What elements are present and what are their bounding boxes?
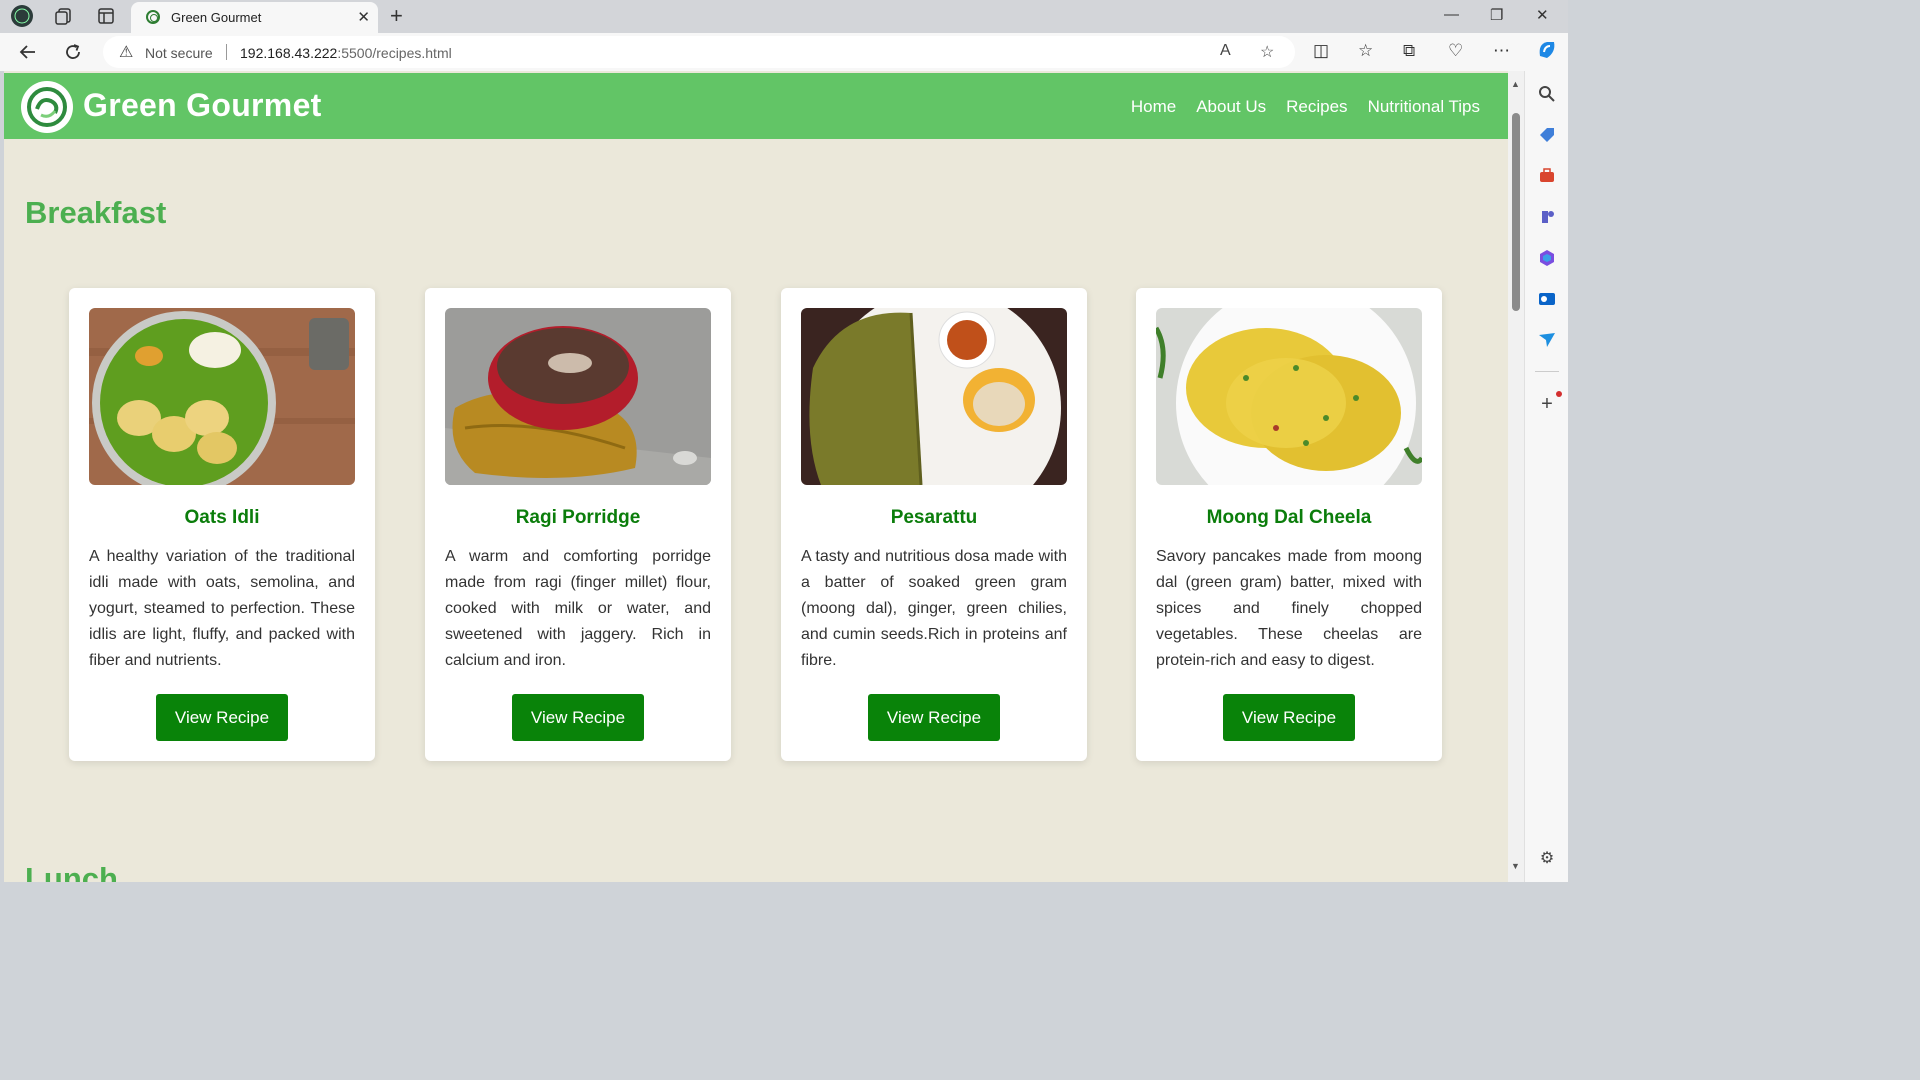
nav-link-home[interactable]: Home (1131, 97, 1176, 117)
card-description: A warm and comforting porridge made from… (445, 548, 711, 669)
scroll-down-icon[interactable]: ▼ (1511, 861, 1520, 871)
scroll-thumb[interactable] (1512, 113, 1520, 311)
security-label[interactable]: Not secure (145, 45, 213, 61)
view-recipe-button[interactable]: View Recipe (156, 694, 288, 741)
recipe-card-oats-idli: Oats Idli A healthy variation of the tra… (69, 288, 375, 761)
url-separator (226, 44, 227, 60)
nav-link-recipes[interactable]: Recipes (1286, 97, 1347, 117)
new-tab-icon[interactable]: + (390, 3, 403, 29)
site-favicon-icon (146, 10, 160, 24)
site-name[interactable]: Green Gourmet (83, 87, 322, 124)
nav-link-nutritional-tips[interactable]: Nutritional Tips (1368, 97, 1480, 117)
profile-avatar[interactable] (10, 5, 34, 27)
pesarattu-image (801, 308, 1067, 485)
split-screen-icon[interactable]: ◫ (1313, 41, 1329, 61)
close-tab-icon[interactable]: ✕ (357, 8, 370, 26)
tools-briefcase-icon[interactable] (1537, 166, 1557, 186)
view-recipe-button[interactable]: View Recipe (512, 694, 644, 741)
restore-icon[interactable]: ❐ (1490, 6, 1503, 24)
back-icon[interactable] (15, 40, 41, 64)
web-page: Green Gourmet Home About Us Recipes Nutr… (4, 71, 1508, 882)
view-recipe-button[interactable]: View Recipe (868, 694, 1000, 741)
add-sidebar-app-icon[interactable]: + (1537, 393, 1557, 415)
games-icon[interactable] (1537, 207, 1557, 227)
url-host: 192.168.43.222 (240, 45, 338, 61)
search-icon[interactable] (1537, 84, 1557, 104)
oats-idli-image (89, 308, 355, 485)
url-path: :5500/recipes.html (337, 45, 452, 61)
shopping-tag-icon[interactable] (1537, 125, 1557, 145)
section-title-breakfast: Breakfast (25, 195, 167, 230)
more-menu-icon[interactable]: ⋯ (1493, 41, 1510, 61)
moong-dal-cheela-image (1156, 308, 1422, 485)
card-description: A tasty and nutritious dosa made with a … (801, 548, 1067, 669)
sidebar-divider (1535, 371, 1559, 372)
settings-gear-icon[interactable]: ⚙ (1537, 848, 1557, 868)
view-recipe-button[interactable]: View Recipe (1223, 694, 1355, 741)
browser-tab-bar: Green Gourmet ✕ + — ❐ ✕ (0, 0, 1568, 33)
workspaces-icon[interactable] (52, 5, 76, 27)
tab-title: Green Gourmet (171, 10, 262, 25)
section-title-lunch: Lunch (25, 861, 118, 882)
notification-dot (1556, 391, 1562, 397)
page-scrollbar[interactable]: ▲ ▼ (1508, 71, 1524, 882)
site-header: Green Gourmet Home About Us Recipes Nutr… (4, 73, 1508, 139)
url-text[interactable]: 192.168.43.222:5500/recipes.html (240, 45, 452, 61)
browser-essentials-icon[interactable]: ♡ (1448, 41, 1463, 61)
card-description: Savory pancakes made from moong dal (gre… (1156, 548, 1422, 669)
url-field[interactable]: ⚠ Not secure 192.168.43.222:5500/recipes… (103, 36, 1295, 68)
ragi-porridge-image (445, 308, 711, 485)
window-close-icon[interactable]: ✕ (1536, 6, 1549, 24)
recipe-card-pesarattu: Pesarattu A tasty and nutritious dosa ma… (781, 288, 1087, 761)
copilot-icon[interactable] (1535, 38, 1559, 67)
address-bar: ⚠ Not secure 192.168.43.222:5500/recipes… (0, 33, 1568, 71)
green-gourmet-logo-icon[interactable] (21, 81, 73, 133)
recipe-card-moong-dal-cheela: Moong Dal Cheela Savory pancakes made fr… (1136, 288, 1442, 761)
favorites-icon[interactable]: ☆ (1358, 41, 1373, 61)
card-title: Ragi Porridge (515, 507, 641, 528)
refresh-icon[interactable] (60, 40, 86, 64)
main-nav: Home About Us Recipes Nutritional Tips (1131, 97, 1480, 117)
edge-sidebar: + ⚙ (1524, 71, 1568, 882)
read-aloud-icon[interactable]: A (1220, 42, 1231, 60)
nav-link-about-us[interactable]: About Us (1196, 97, 1266, 117)
m365-icon[interactable] (1537, 248, 1557, 268)
vertical-tabs-icon[interactable] (94, 5, 118, 27)
warning-icon[interactable]: ⚠ (119, 42, 133, 62)
minimize-icon[interactable]: — (1444, 6, 1459, 23)
scroll-up-icon[interactable]: ▲ (1511, 79, 1520, 89)
card-title: Moong Dal Cheela (1206, 507, 1372, 528)
favorite-star-icon[interactable]: ☆ (1260, 42, 1274, 62)
recipe-card-ragi-porridge: Ragi Porridge A warm and comforting porr… (425, 288, 731, 761)
card-title: Oats Idli (184, 507, 260, 528)
collections-icon[interactable]: ⧉ (1403, 41, 1415, 61)
card-description: A healthy variation of the traditional i… (89, 548, 355, 669)
card-title: Pesarattu (890, 507, 978, 528)
outlook-icon[interactable] (1537, 289, 1557, 309)
send-icon[interactable] (1537, 330, 1557, 350)
active-tab[interactable]: Green Gourmet ✕ (131, 2, 378, 33)
